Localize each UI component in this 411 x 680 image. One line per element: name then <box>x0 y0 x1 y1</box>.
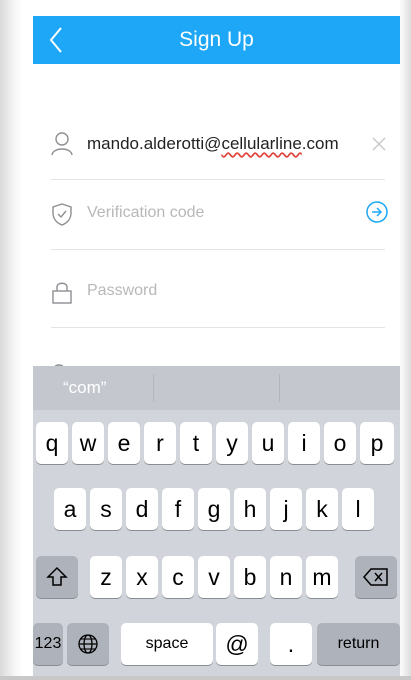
clear-input-button[interactable] <box>369 134 389 154</box>
key-w[interactable]: w <box>72 422 104 464</box>
suggestion-item[interactable]: “com” <box>33 366 155 410</box>
user-icon <box>51 132 73 156</box>
key-r[interactable]: r <box>144 422 176 464</box>
return-key[interactable]: return <box>317 623 400 665</box>
key-g[interactable]: g <box>198 488 230 530</box>
key-k[interactable]: k <box>306 488 338 530</box>
key-q[interactable]: q <box>36 422 68 464</box>
shift-key[interactable] <box>36 556 78 598</box>
key-d[interactable]: d <box>126 488 158 530</box>
key-e[interactable]: e <box>108 422 140 464</box>
numbers-key[interactable]: 123 <box>33 623 63 665</box>
email-value-misspelled: cellularline <box>221 134 302 153</box>
globe-icon <box>78 634 98 654</box>
key-c[interactable]: c <box>162 556 194 598</box>
dot-key[interactable]: . <box>270 623 312 665</box>
key-z[interactable]: z <box>90 556 122 598</box>
email-input[interactable]: mando.alderotti@cellularline.com <box>87 134 367 154</box>
globe-key[interactable] <box>67 623 109 665</box>
email-value-prefix: mando.alderotti@ <box>87 134 222 153</box>
at-key[interactable]: @ <box>216 623 258 665</box>
backspace-icon <box>363 568 388 586</box>
shield-check-icon <box>51 202 73 226</box>
key-j[interactable]: j <box>270 488 302 530</box>
shift-icon <box>46 566 68 586</box>
space-key[interactable]: space <box>121 623 213 665</box>
key-v[interactable]: v <box>198 556 230 598</box>
close-icon <box>372 137 386 151</box>
password-field[interactable]: Password <box>51 258 385 328</box>
key-p[interactable]: p <box>360 422 394 464</box>
suggestion-item-empty[interactable] <box>280 366 400 410</box>
key-u[interactable]: u <box>252 422 284 464</box>
key-i[interactable]: i <box>288 422 320 464</box>
delete-key[interactable] <box>355 556 397 598</box>
key-h[interactable]: h <box>234 488 266 530</box>
lock-icon <box>51 280 73 304</box>
suggestion-bar: “com” <box>33 366 400 410</box>
email-field[interactable]: mando.alderotti@cellularline.com <box>51 110 386 180</box>
key-n[interactable]: n <box>270 556 302 598</box>
bottom-edge <box>0 676 411 680</box>
phone-screen: Sign Up mando.alderotti@cellularline.com <box>33 0 400 680</box>
key-b[interactable]: b <box>234 556 266 598</box>
key-x[interactable]: x <box>126 556 158 598</box>
nav-bar: Sign Up <box>33 16 400 64</box>
key-a[interactable]: a <box>54 488 86 530</box>
screenshot-frame: Sign Up mando.alderotti@cellularline.com <box>0 0 411 680</box>
key-m[interactable]: m <box>306 556 338 598</box>
send-code-button[interactable] <box>365 200 389 224</box>
email-value-suffix: .com <box>301 134 339 153</box>
verification-code-field[interactable]: Verification code <box>51 180 388 250</box>
suggestion-item-empty[interactable] <box>154 366 276 410</box>
key-o[interactable]: o <box>324 422 356 464</box>
verification-code-input[interactable]: Verification code <box>87 204 367 222</box>
key-l[interactable]: l <box>342 488 374 530</box>
arrow-circle-right-icon <box>366 201 388 223</box>
password-input[interactable]: Password <box>87 282 367 300</box>
left-shadow <box>0 0 22 680</box>
key-f[interactable]: f <box>162 488 194 530</box>
key-s[interactable]: s <box>90 488 122 530</box>
page-title: Sign Up <box>179 28 254 51</box>
key-t[interactable]: t <box>180 422 212 464</box>
ios-keyboard: “com” q w e r t y u i o p a s d f g h j <box>33 366 400 680</box>
key-y[interactable]: y <box>216 422 248 464</box>
